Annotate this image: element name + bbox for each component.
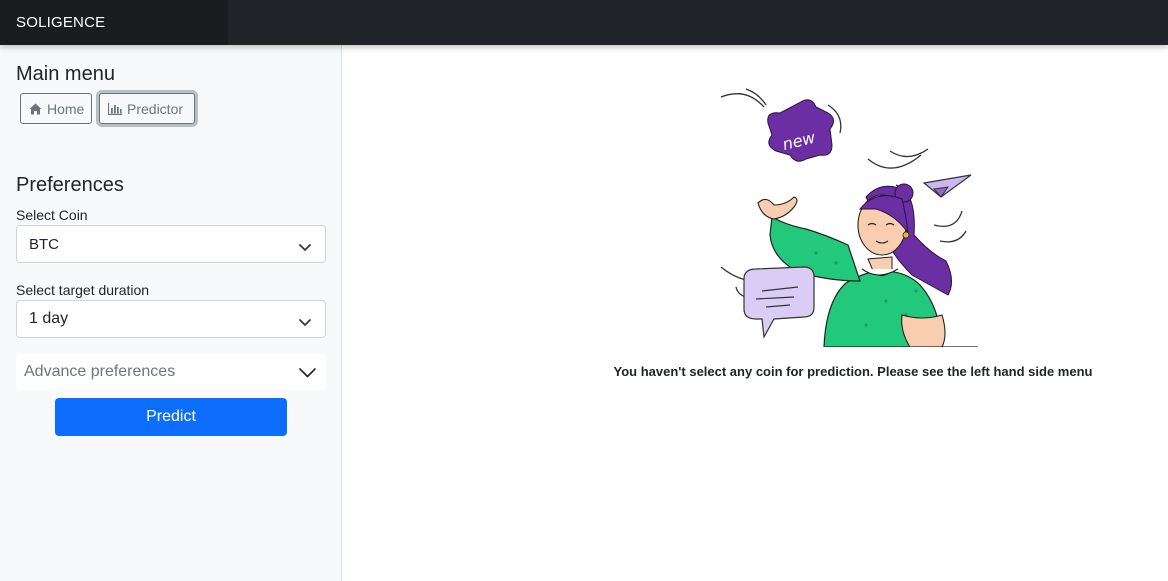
- chevron-down-icon: [299, 314, 311, 332]
- coin-select-value: BTC: [29, 235, 59, 253]
- home-icon: [29, 103, 42, 115]
- duration-select[interactable]: 1 day: [16, 300, 326, 338]
- predictor-button[interactable]: Predictor: [96, 90, 198, 127]
- empty-state-message: You haven't select any coin for predicti…: [613, 364, 1093, 379]
- empty-state-illustration: new: [720, 88, 978, 347]
- advance-preferences-label: Advance preferences: [24, 363, 176, 380]
- predict-button[interactable]: Predict: [55, 398, 287, 436]
- home-button[interactable]: Home: [20, 93, 92, 124]
- bar-chart-icon: [108, 102, 122, 115]
- chevron-down-icon: [299, 365, 316, 383]
- select-coin-label: Select Coin: [16, 207, 88, 223]
- main-content: new You haven't select any coin for pred…: [342, 45, 1168, 581]
- sidebar: Main menu Home Predictor Preferences Sel…: [0, 45, 342, 581]
- select-duration-label: Select target duration: [16, 282, 150, 298]
- chevron-down-icon: [299, 239, 311, 256]
- brand-logo[interactable]: SOLIGENCE: [0, 0, 228, 45]
- main-menu-heading: Main menu: [16, 63, 115, 85]
- advance-preferences-toggle[interactable]: Advance preferences: [16, 354, 326, 390]
- coin-select[interactable]: BTC: [16, 225, 326, 263]
- home-button-label: Home: [47, 100, 85, 117]
- top-navbar: SOLIGENCE: [0, 0, 1168, 45]
- predictor-button-label: Predictor: [127, 100, 184, 117]
- duration-select-value: 1 day: [29, 310, 69, 327]
- preferences-heading: Preferences: [16, 174, 124, 196]
